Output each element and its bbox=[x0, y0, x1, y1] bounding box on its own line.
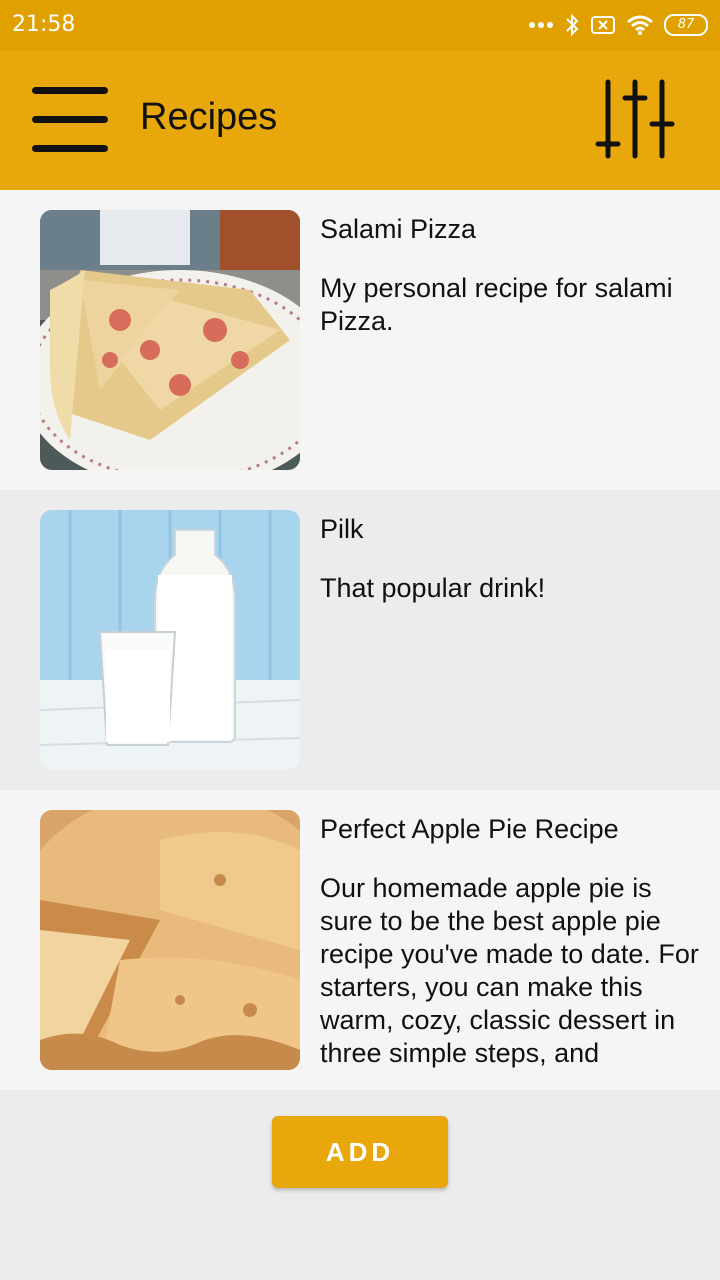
milk-bottle-photo bbox=[40, 510, 300, 770]
recipe-description: Our homemade apple pie is sure to be the… bbox=[320, 873, 699, 1068]
status-bar: 21:58 87 bbox=[0, 0, 720, 50]
recipe-title: Salami Pizza bbox=[320, 214, 477, 244]
bluetooth-icon bbox=[564, 13, 580, 37]
page-title: Recipes bbox=[140, 96, 278, 138]
recipe-description: That popular drink! bbox=[320, 573, 546, 603]
status-icons: 87 bbox=[528, 10, 708, 40]
hamburger-menu-icon[interactable] bbox=[28, 82, 112, 158]
more-dots-icon bbox=[528, 21, 554, 29]
list-item[interactable]: Salami Pizza My personal recipe for sala… bbox=[0, 190, 720, 490]
salami-pizza-photo bbox=[40, 210, 300, 470]
battery-icon: 87 bbox=[664, 14, 708, 36]
recipe-title: Perfect Apple Pie Recipe bbox=[320, 814, 619, 844]
wifi-icon bbox=[626, 14, 654, 36]
recipe-title: Pilk bbox=[320, 514, 364, 544]
list-item[interactable]: Perfect Apple Pie Recipe Our homemade ap… bbox=[0, 790, 720, 1090]
list-item[interactable]: Pilk That popular drink! bbox=[0, 490, 720, 790]
recipe-list: Salami Pizza My personal recipe for sala… bbox=[0, 190, 720, 1090]
sim-off-icon bbox=[590, 15, 616, 35]
add-button[interactable]: ADD bbox=[272, 1116, 448, 1188]
sliders-filter-icon[interactable] bbox=[590, 76, 680, 166]
recipe-description: My personal recipe for salami Pizza. bbox=[320, 273, 673, 336]
apple-pie-photo bbox=[40, 810, 300, 1070]
app-bar: Recipes bbox=[0, 50, 720, 190]
status-time: 21:58 bbox=[12, 12, 76, 37]
